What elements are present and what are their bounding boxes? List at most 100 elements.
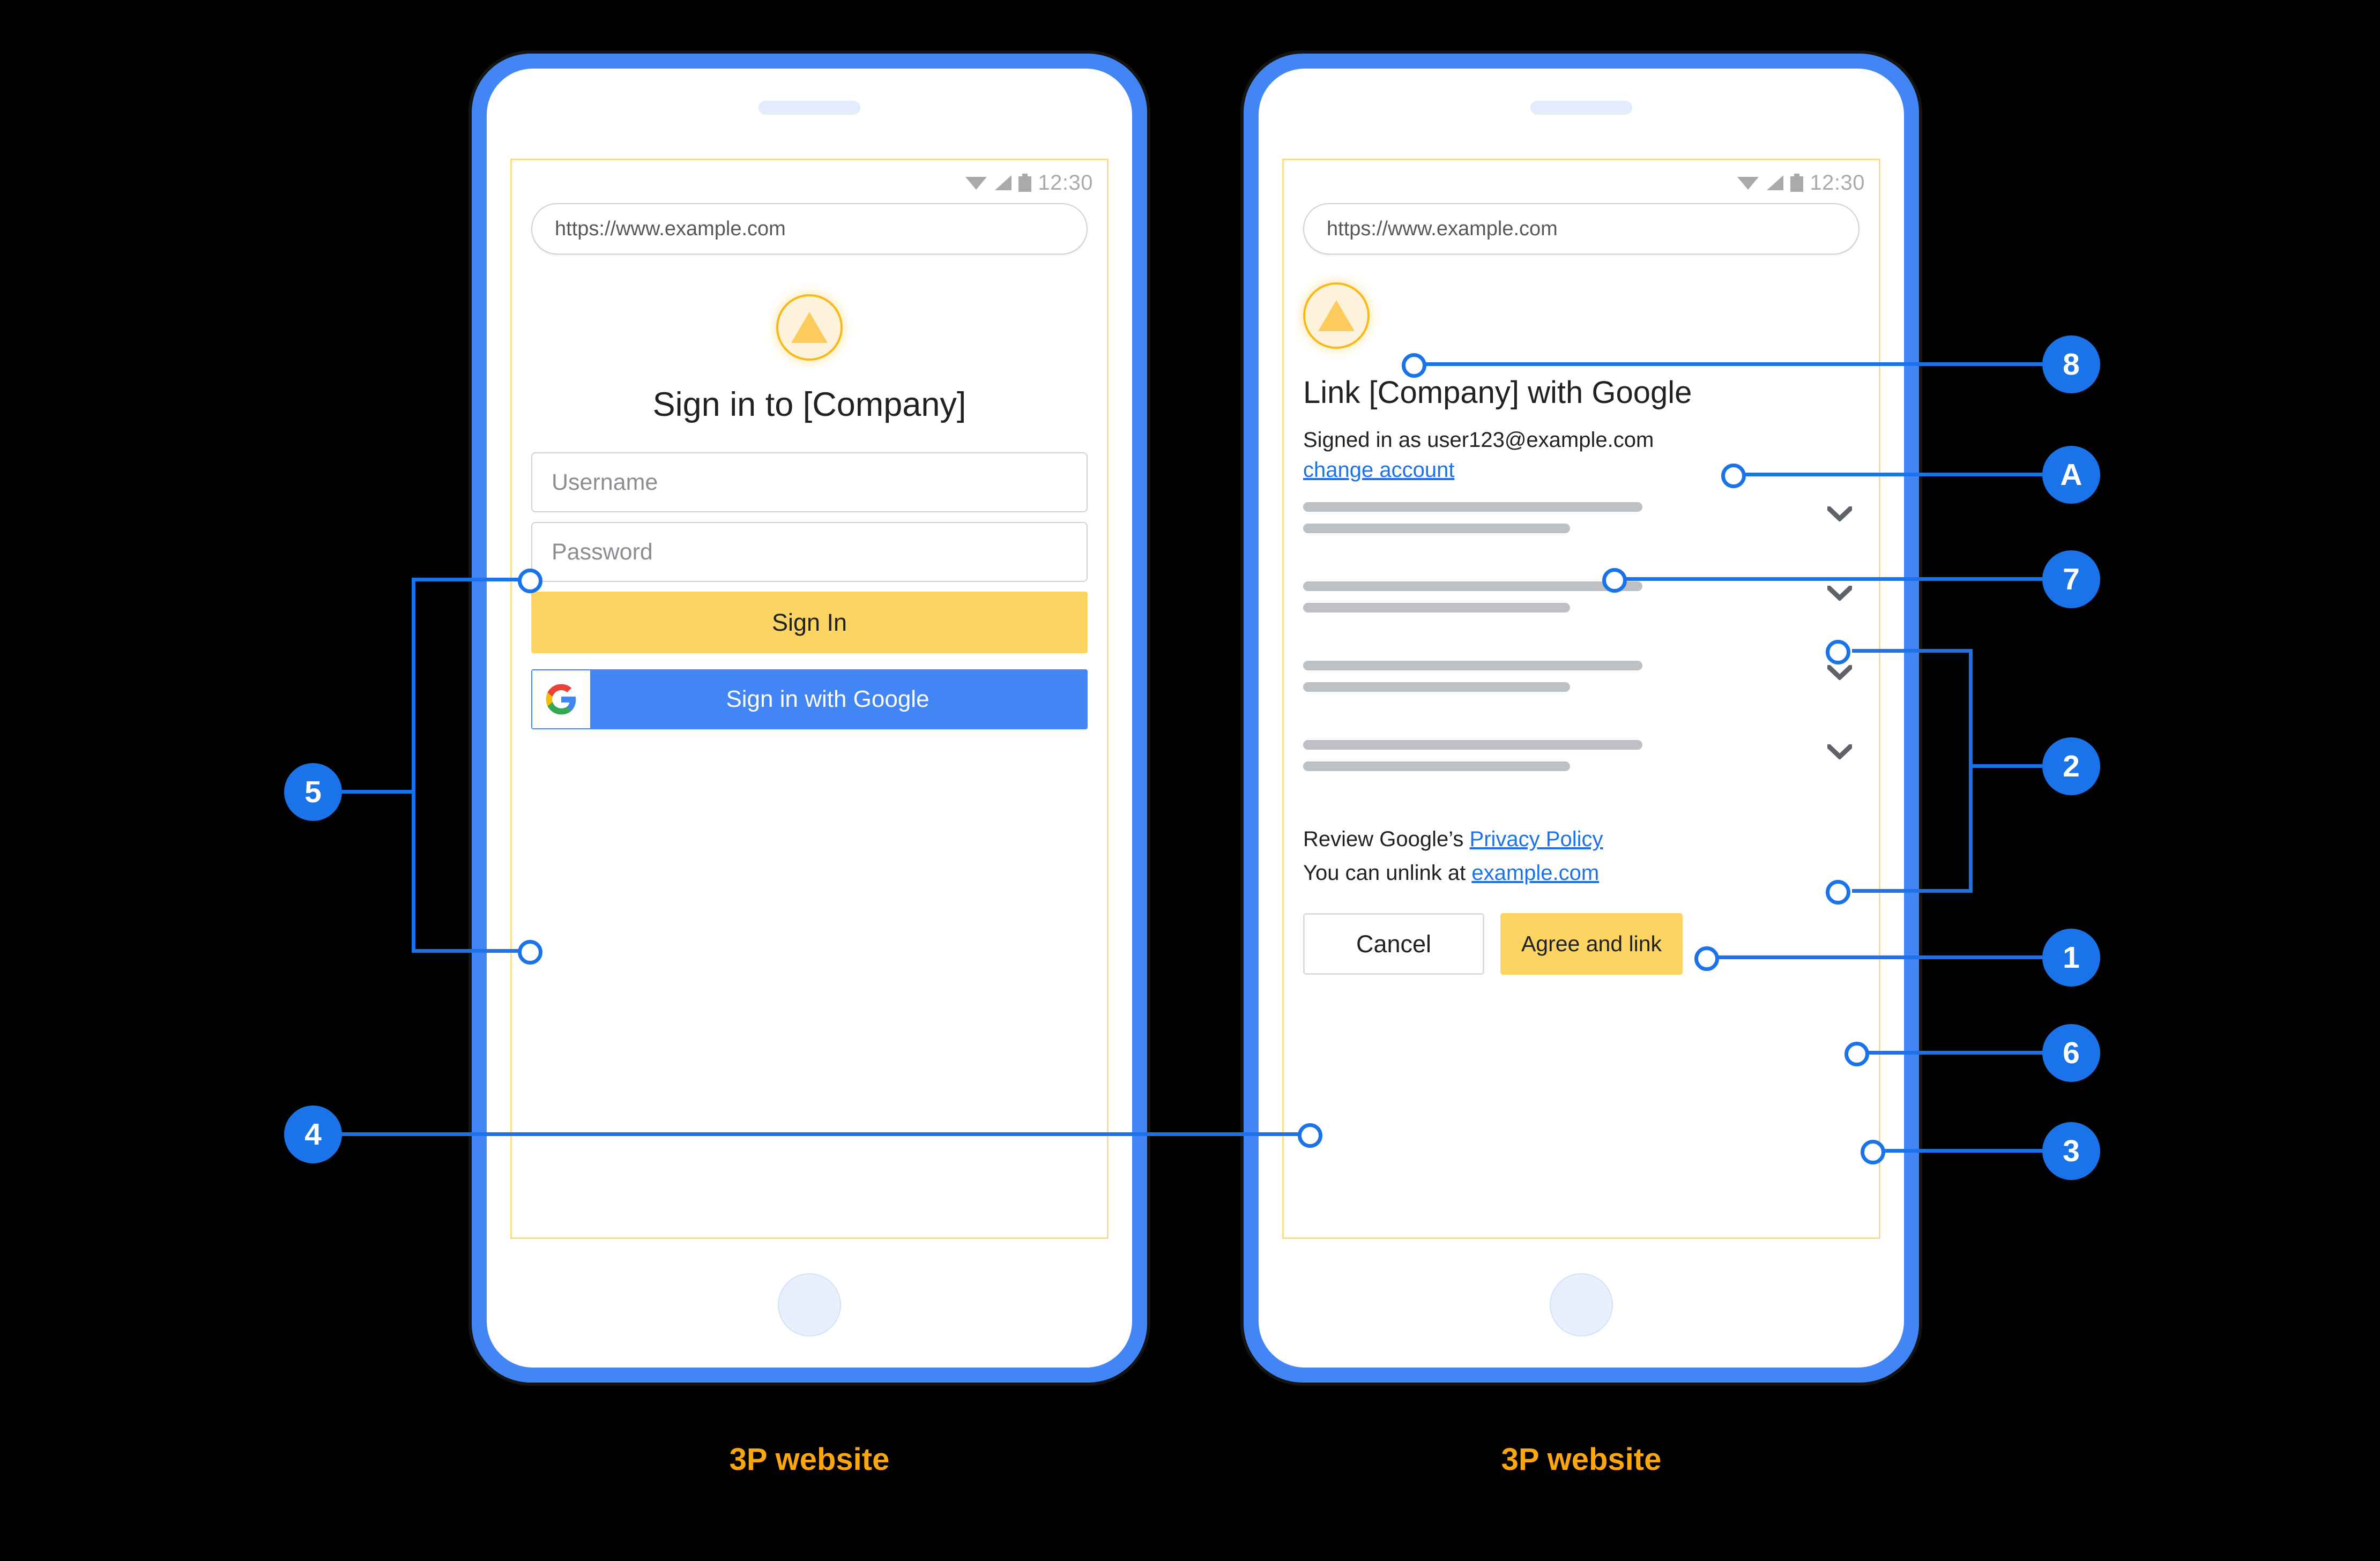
signin-page-title: Sign in to [Company] (652, 386, 966, 423)
scope-row[interactable] (1303, 661, 1860, 740)
leader-line-8 (1415, 362, 2042, 366)
cell-signal-icon (1767, 175, 1784, 190)
anchor-dot-agree (1861, 1140, 1885, 1164)
placeholder-bar-short (1303, 603, 1571, 613)
leader-line-4 (342, 1132, 1307, 1136)
anchor-dot-change-account (1602, 568, 1627, 593)
callout-badge-4[interactable]: 4 (284, 1106, 342, 1163)
anchor-dot-scope-last (1826, 880, 1850, 905)
chevron-down-icon[interactable] (1827, 586, 1852, 601)
leader-line-2-top (1852, 649, 1973, 653)
placeholder-bar-long (1303, 502, 1643, 512)
url-bar-right[interactable]: https://www.example.com (1303, 203, 1860, 255)
battery-icon (1018, 174, 1032, 192)
leader-line-1 (1710, 955, 2042, 959)
anchor-dot-logo (1402, 353, 1426, 378)
chevron-down-icon[interactable] (1827, 744, 1852, 759)
company-logo-icon (1303, 282, 1370, 349)
leader-line-7 (1618, 577, 2042, 581)
leader-line-2-bottom (1852, 889, 1973, 893)
anchor-dot-username (518, 569, 542, 593)
callout-badge-5[interactable]: 5 (284, 763, 342, 821)
phone-screen-right: 12:30 https://www.example.com Link [Comp… (1259, 69, 1904, 1368)
caption-right: 3P website (1501, 1442, 1662, 1477)
agree-label: Agree and link (1521, 931, 1662, 956)
url-bar-left[interactable]: https://www.example.com (531, 203, 1088, 255)
unlink-line: You can unlink at example.com (1303, 861, 1599, 885)
unlink-site-link[interactable]: example.com (1471, 861, 1599, 885)
wifi-icon (965, 177, 987, 190)
browser-viewport-right: 12:30 https://www.example.com Link [Comp… (1282, 159, 1880, 1239)
triangle-glyph (1318, 300, 1355, 331)
leader-line-3 (1876, 1149, 2042, 1153)
scope-row[interactable] (1303, 502, 1860, 581)
callout-badge-8[interactable]: 8 (2042, 335, 2100, 393)
agree-and-link-button[interactable]: Agree and link (1500, 913, 1683, 975)
privacy-policy-line: Review Google’s Privacy Policy (1303, 827, 1603, 852)
leader-line-5-top (412, 578, 527, 581)
leader-line-6 (1860, 1051, 2042, 1055)
status-bar: 12:30 (1737, 170, 1865, 196)
phone-screen-left: 12:30 https://www.example.com Sign in to… (487, 69, 1132, 1368)
anchor-dot-privacy-policy (1694, 946, 1719, 971)
placeholder-bar-long (1303, 740, 1643, 750)
phone-speaker-icon (1530, 101, 1632, 115)
callout-badge-2[interactable]: 2 (2042, 737, 2100, 795)
placeholder-bar-short (1303, 761, 1571, 771)
phone-speaker-icon (758, 101, 860, 115)
unlink-prefix: You can unlink at (1303, 861, 1472, 885)
url-text: https://www.example.com (555, 217, 786, 240)
placeholder-bar-long (1303, 581, 1643, 591)
sign-in-button[interactable]: Sign In (531, 592, 1088, 653)
password-input[interactable]: Password (531, 522, 1088, 582)
callout-badge-A[interactable]: A (2042, 446, 2100, 504)
caption-left: 3P website (729, 1442, 890, 1477)
google-signin-label: Sign in with Google (726, 686, 929, 712)
link-page-title: Link [Company] with Google (1303, 375, 1692, 410)
callout-badge-7[interactable]: 7 (2042, 550, 2100, 608)
password-placeholder: Password (552, 539, 653, 565)
anchor-dot-cancel (1298, 1123, 1322, 1148)
phone-mockup-right: 12:30 https://www.example.com Link [Comp… (1244, 54, 1919, 1383)
leader-line-2-stub (1973, 764, 2042, 768)
scope-list (1303, 502, 1860, 819)
home-button-icon[interactable] (778, 1273, 841, 1336)
signed-in-as-text: Signed in as user123@example.com (1303, 428, 1654, 452)
privacy-prefix: Review Google’s (1303, 827, 1470, 851)
leader-line-A (1737, 473, 2042, 476)
diagram-stage: 12:30 https://www.example.com Sign in to… (0, 0, 2380, 1561)
phone-mockup-left: 12:30 https://www.example.com Sign in to… (472, 54, 1147, 1383)
leader-line-5-bottom (412, 949, 527, 953)
username-placeholder: Username (552, 469, 658, 495)
scope-row[interactable] (1303, 740, 1860, 819)
status-clock: 12:30 (1038, 170, 1093, 195)
placeholder-bar-short (1303, 524, 1571, 533)
company-logo-icon (776, 294, 843, 361)
leader-line-5-stub (342, 790, 412, 794)
status-bar: 12:30 (965, 170, 1093, 196)
chevron-down-icon[interactable] (1827, 506, 1852, 521)
leader-line-2-spine (1969, 649, 1973, 893)
sign-in-with-google-button[interactable]: Sign in with Google (531, 669, 1088, 729)
google-g-icon (532, 670, 590, 728)
cancel-label: Cancel (1356, 930, 1432, 958)
callout-badge-6[interactable]: 6 (2042, 1024, 2100, 1082)
chevron-down-icon[interactable] (1827, 665, 1852, 680)
username-input[interactable]: Username (531, 452, 1088, 512)
triangle-glyph (791, 312, 828, 343)
privacy-policy-link[interactable]: Privacy Policy (1470, 827, 1603, 851)
callout-badge-1[interactable]: 1 (2042, 929, 2100, 987)
status-clock: 12:30 (1810, 170, 1865, 195)
anchor-dot-google-button (518, 940, 542, 965)
cancel-button[interactable]: Cancel (1303, 913, 1484, 975)
battery-icon (1790, 174, 1804, 192)
home-button-icon[interactable] (1550, 1273, 1613, 1336)
anchor-dot-scope-first (1826, 640, 1850, 664)
wifi-icon (1737, 177, 1759, 190)
callout-badge-3[interactable]: 3 (2042, 1122, 2100, 1180)
url-text: https://www.example.com (1327, 217, 1558, 240)
cell-signal-icon (995, 175, 1012, 190)
change-account-link[interactable]: change account (1303, 458, 1454, 482)
scope-row[interactable] (1303, 581, 1860, 661)
leader-line-5-spine (412, 578, 415, 953)
